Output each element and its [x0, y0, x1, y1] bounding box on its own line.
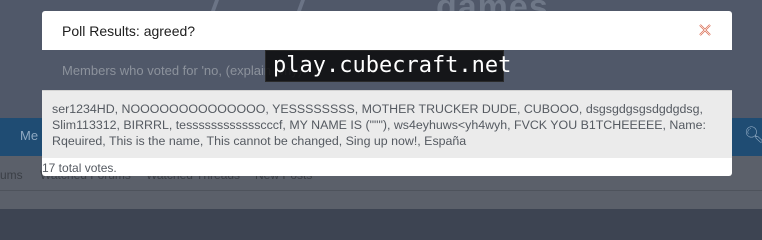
- close-button[interactable]: [696, 21, 714, 39]
- voters-list: ser1234HD, NOOOOOOOOOOOOOO, YESSSSSSSS, …: [42, 90, 732, 158]
- votes-footer: 17 total votes.: [42, 158, 732, 176]
- voters-text: ser1234HD, NOOOOOOOOOOOOOO, YESSSSSSSS, …: [52, 102, 706, 148]
- search-icon: 🔍︎: [744, 127, 762, 144]
- watermark: play.cubecraft.net: [265, 50, 511, 82]
- total-votes: 17 total votes.: [42, 161, 117, 175]
- watermark-text: play.cubecraft.net: [273, 53, 512, 78]
- poll-dialog-header: Poll Results: agreed?: [42, 11, 732, 50]
- close-icon: [699, 24, 711, 36]
- background-divider: [0, 190, 762, 191]
- dialog-title: Poll Results: agreed?: [62, 23, 196, 39]
- background-nav-item: Me: [20, 128, 39, 143]
- subnav-forums: ums: [0, 168, 23, 182]
